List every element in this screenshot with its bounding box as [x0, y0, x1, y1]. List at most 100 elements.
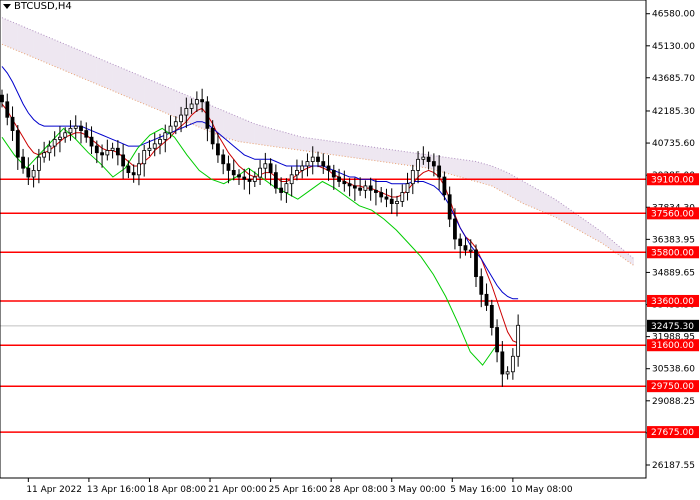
candle	[316, 151, 320, 168]
candle	[505, 366, 510, 380]
candle	[110, 142, 115, 159]
candle-body	[68, 127, 73, 134]
candle	[26, 157, 31, 186]
candle	[295, 159, 299, 181]
price-tick-label: 26187.55	[652, 461, 695, 471]
candle-body	[15, 130, 20, 158]
candle-body	[484, 293, 489, 306]
time-tick-label: 3 May 00:00	[390, 485, 446, 495]
cloud-band	[602, 232, 619, 255]
candle	[73, 115, 78, 139]
candle-body	[500, 351, 505, 375]
candle-body	[389, 198, 394, 204]
cloud-band	[239, 117, 255, 144]
candle-body	[84, 130, 89, 138]
candle-body	[26, 167, 31, 178]
time-tick-label: 13 Apr 16:00	[87, 485, 146, 495]
cloud-band	[96, 57, 113, 91]
candle	[126, 160, 131, 179]
candle	[489, 299, 494, 336]
candle-body	[226, 163, 231, 171]
cloud-band	[302, 137, 318, 153]
cloud-band	[223, 110, 239, 142]
time-tick-label: 18 Apr 08:00	[147, 485, 206, 495]
candle-body	[321, 161, 326, 167]
candle	[484, 283, 489, 311]
candle-body	[221, 154, 226, 165]
cloud-band	[523, 181, 540, 211]
candle-body	[410, 169, 415, 185]
candle	[121, 144, 126, 179]
candle-body	[73, 125, 78, 129]
candle-body	[510, 355, 515, 373]
support-resistance-levels	[0, 178, 646, 433]
cloud-band	[207, 104, 224, 138]
cloud-band	[112, 64, 129, 98]
candle	[163, 124, 168, 153]
candle-body	[368, 185, 373, 191]
cloud-band	[144, 77, 160, 111]
cloud-band	[175, 90, 192, 124]
candle	[331, 164, 336, 190]
cloud-band	[365, 146, 382, 162]
candle	[337, 168, 341, 187]
price-tick-label: 34889.65	[652, 268, 695, 278]
candle-body	[142, 150, 147, 165]
candle	[305, 153, 310, 177]
candle	[389, 188, 394, 214]
cloud-band	[81, 50, 97, 85]
candle	[500, 341, 505, 387]
candle-body	[194, 99, 199, 105]
candle	[347, 178, 352, 197]
candle-body	[426, 156, 431, 162]
candle	[52, 131, 57, 157]
candle	[247, 168, 252, 195]
candle	[58, 126, 62, 153]
level-badge-label: 37560.00	[651, 209, 694, 219]
candle	[31, 164, 36, 188]
cloud-band	[428, 154, 445, 173]
candle	[205, 96, 210, 142]
candle-body	[405, 183, 410, 193]
candle-body	[147, 147, 152, 151]
candle-body	[442, 176, 447, 196]
candle	[268, 158, 273, 186]
cloud-band	[160, 84, 176, 118]
candle	[384, 188, 389, 208]
candle-body	[63, 132, 68, 138]
time-axis: 11 Apr 2022 13 Apr 16:00 18 Apr 08:00 21 Ap…	[26, 478, 573, 495]
candle	[221, 149, 226, 175]
candle-body	[21, 156, 25, 169]
candle	[68, 120, 73, 141]
cloud-band	[33, 30, 50, 65]
candle-body	[379, 192, 384, 198]
candle-body	[468, 249, 473, 252]
candlestick-chart[interactable]: 46580.00 45130.00 43685.70 42185.30 40735.60…	[0, 0, 700, 500]
candle	[237, 169, 241, 186]
candle-body	[458, 238, 463, 247]
time-tick-label: 5 May 16:00	[450, 485, 506, 495]
candle	[326, 155, 331, 181]
level-badge-label: 31600.00	[651, 341, 694, 351]
candle-body	[242, 176, 247, 180]
level-badge-label: 27675.00	[651, 428, 694, 438]
candle-body	[126, 165, 131, 174]
candle	[405, 172, 410, 201]
candle-body	[36, 156, 41, 171]
candle-body	[237, 174, 241, 178]
candle-body	[326, 165, 331, 171]
candle-body	[416, 158, 420, 171]
time-tick-label: 10 May 08:00	[511, 485, 573, 495]
candle-body	[363, 185, 368, 191]
candle-body	[179, 114, 183, 123]
cloud-band	[444, 157, 461, 178]
candle-body	[94, 145, 99, 154]
candle-body	[347, 183, 352, 187]
candle-body	[395, 200, 399, 204]
candle	[368, 177, 373, 201]
candle-body	[200, 99, 205, 103]
candle	[63, 127, 68, 143]
candle-body	[295, 169, 299, 176]
candle-body	[453, 218, 457, 240]
candle	[300, 160, 305, 179]
